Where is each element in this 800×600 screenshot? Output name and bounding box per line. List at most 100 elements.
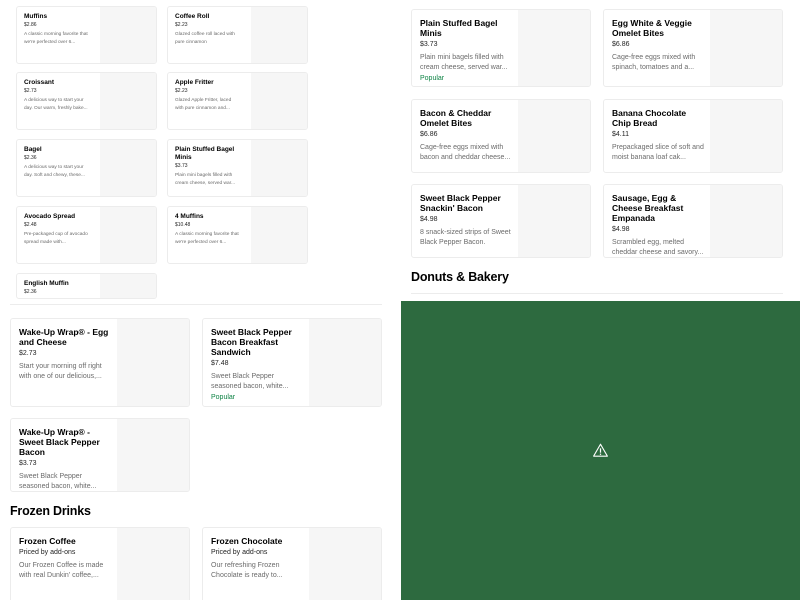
item-description: Cage-free eggs mixed with bacon and ched…	[420, 144, 511, 161]
item-description: Pre-packaged cup of avocado spread made …	[24, 232, 88, 245]
item-name: Bacon & Cheddar Omelet Bites	[420, 108, 492, 128]
item-image	[710, 10, 782, 86]
menu-item-card[interactable]: Plain Stuffed Bagel Minis $3.73 Plain mi…	[167, 139, 308, 197]
item-description: Our Frozen Coffee is made with real Dunk…	[19, 562, 104, 579]
item-description: Glazed Apple Fritter, laced with pure ci…	[175, 98, 232, 111]
item-price: $4.98	[612, 226, 630, 233]
menu-item-card[interactable]: Wake-Up Wrap® - Sweet Black Pepper Bacon…	[10, 418, 190, 492]
item-description: Glazed coffee roll laced with pure cinna…	[175, 32, 235, 45]
item-price: Priced by add-ons	[19, 549, 76, 556]
item-name: Croissant	[24, 79, 54, 86]
menu-item-card[interactable]: Muffins $2.86 A classic morning favorite…	[16, 6, 157, 64]
menu-item-card[interactable]: Egg White & Veggie Omelet Bites $6.86 Ca…	[603, 9, 783, 87]
item-price: $6.86	[612, 41, 630, 48]
item-price: $2.36	[24, 289, 37, 295]
item-image	[710, 100, 782, 172]
item-image	[100, 140, 156, 196]
item-name: Plain Stuffed Bagel Minis	[420, 18, 498, 38]
item-price: Priced by add-ons	[211, 549, 268, 556]
item-image	[251, 7, 307, 63]
menu-item-card[interactable]: Plain Stuffed Bagel Minis $3.73 Plain mi…	[411, 9, 591, 87]
item-name: Coffee Roll	[175, 13, 210, 20]
item-name: English Muffin	[24, 280, 69, 287]
item-image	[251, 140, 307, 196]
item-price: $2.23	[175, 88, 188, 94]
menu-item-card[interactable]: Frozen Coffee Priced by add-ons Our Froz…	[10, 527, 190, 600]
item-name: Muffins	[24, 13, 48, 20]
item-description: A classic morning favorite that we're pe…	[24, 32, 88, 45]
divider	[411, 293, 783, 294]
item-name: Sweet Black Pepper Bacon Breakfast Sandw…	[211, 327, 292, 357]
item-price: $2.48	[24, 222, 37, 228]
item-image	[117, 319, 189, 406]
item-image	[518, 10, 590, 86]
item-price: $4.11	[612, 131, 629, 138]
menu-item-card[interactable]: Frozen Chocolate Priced by add-ons Our r…	[202, 527, 382, 600]
item-image	[710, 185, 782, 257]
item-description: 8 snack-sized strips of Sweet Black Pepp…	[420, 229, 511, 246]
item-price: $10.48	[175, 222, 191, 228]
menu-item-card[interactable]: Apple Fritter $2.23 Glazed Apple Fritter…	[167, 72, 308, 130]
item-image	[100, 73, 156, 129]
item-description: A classic morning favorite that we're pe…	[175, 232, 239, 245]
item-image	[100, 7, 156, 63]
item-name: Bagel	[24, 146, 42, 153]
item-image	[100, 207, 156, 263]
section-title-donuts-bakery: Donuts & Bakery	[411, 270, 509, 284]
divider	[10, 304, 382, 305]
item-price: $6.86	[420, 131, 438, 138]
menu-item-card[interactable]: Sausage, Egg & Cheese Breakfast Empanada…	[603, 184, 783, 258]
item-price: $2.36	[24, 155, 37, 161]
menu-item-card[interactable]: 4 Muffins $10.48 A classic morning favor…	[167, 206, 308, 264]
menu-item-card[interactable]: Croissant $2.73 A delicious way to start…	[16, 72, 157, 130]
section-title-frozen-drinks: Frozen Drinks	[10, 504, 91, 518]
item-image	[309, 319, 381, 406]
item-name: Wake-Up Wrap® - Sweet Black Pepper Bacon	[19, 427, 100, 457]
item-description: Our refreshing Frozen Chocolate is ready…	[211, 562, 283, 579]
item-price: $3.73	[19, 460, 37, 467]
item-price: $2.23	[175, 22, 188, 28]
item-price: $3.73	[175, 163, 188, 169]
item-image	[117, 419, 189, 491]
item-price: $2.73	[24, 88, 37, 94]
item-image	[100, 274, 156, 298]
menu-item-card[interactable]: Bacon & Cheddar Omelet Bites $6.86 Cage-…	[411, 99, 591, 173]
menu-item-card[interactable]: English Muffin $2.36	[16, 273, 157, 299]
item-description: Scrambled egg, melted cheddar cheese and…	[612, 239, 704, 256]
item-price: $3.73	[420, 41, 438, 48]
item-description: A delicious way to start your day. Soft …	[24, 165, 85, 178]
item-name: Avocado Spread	[24, 213, 76, 220]
item-image	[518, 185, 590, 257]
menu-item-card[interactable]: Bagel $2.36 A delicious way to start you…	[16, 139, 157, 197]
item-name: Frozen Coffee	[19, 536, 76, 546]
item-image	[518, 100, 590, 172]
item-name: Wake-Up Wrap® - Egg and Cheese	[19, 327, 109, 347]
item-name: Plain Stuffed Bagel Minis	[175, 146, 235, 161]
item-description: Sweet Black Pepper seasoned bacon, white…	[19, 473, 97, 490]
item-description: A delicious way to start your day. Our w…	[24, 98, 88, 111]
item-price: $7.48	[211, 360, 229, 367]
menu-item-card[interactable]: Avocado Spread $2.48 Pre-packaged cup of…	[16, 206, 157, 264]
item-name: Sweet Black Pepper Snackin' Bacon	[420, 193, 501, 213]
item-description: Prepackaged slice of soft and moist bana…	[612, 144, 704, 161]
menu-item-card[interactable]: Sweet Black Pepper Bacon Breakfast Sandw…	[202, 318, 382, 407]
item-name: Frozen Chocolate	[211, 536, 283, 546]
warning-icon	[593, 443, 608, 457]
menu-item-card[interactable]: Sweet Black Pepper Snackin' Bacon $4.98 …	[411, 184, 591, 258]
menu-item-card[interactable]: Coffee Roll $2.23 Glazed coffee roll lac…	[167, 6, 308, 64]
item-description: Start your morning off right with one of…	[19, 363, 102, 380]
item-name: Apple Fritter	[175, 79, 214, 86]
item-description: Plain mini bagels filled with cream chee…	[420, 54, 508, 71]
item-name: Egg White & Veggie Omelet Bites	[612, 18, 692, 38]
item-name: 4 Muffins	[175, 213, 204, 220]
item-description: Sweet Black Pepper seasoned bacon, white…	[211, 373, 289, 390]
menu-item-card[interactable]: Banana Chocolate Chip Bread $4.11 Prepac…	[603, 99, 783, 173]
item-image	[309, 528, 381, 600]
item-price: $2.73	[19, 350, 37, 357]
item-image	[117, 528, 189, 600]
item-name: Banana Chocolate Chip Bread	[612, 108, 687, 128]
item-price: $2.86	[24, 22, 37, 28]
popular-badge: Popular	[420, 75, 445, 82]
menu-item-card[interactable]: Wake-Up Wrap® - Egg and Cheese $2.73 Sta…	[10, 318, 190, 407]
item-description: Plain mini bagels filled with cream chee…	[175, 173, 235, 186]
